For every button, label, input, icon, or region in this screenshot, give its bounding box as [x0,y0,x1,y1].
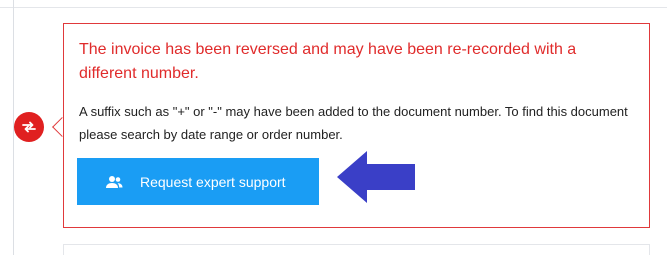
timeline-marker [14,112,44,142]
alert-title: The invoice has been reversed and may ha… [79,41,577,82]
left-arrow-icon [337,151,415,203]
reverse-arrows-icon [22,121,36,133]
alert-body: A suffix such as "+" or "-" may have bee… [79,104,628,142]
users-icon [105,175,123,189]
top-divider [0,7,667,8]
timeline-page: The invoice has been reversed and may ha… [0,0,667,255]
button-label: Request expert support [140,173,286,190]
request-expert-support-button[interactable]: Request expert support [77,158,319,205]
next-timeline-card [63,244,650,255]
